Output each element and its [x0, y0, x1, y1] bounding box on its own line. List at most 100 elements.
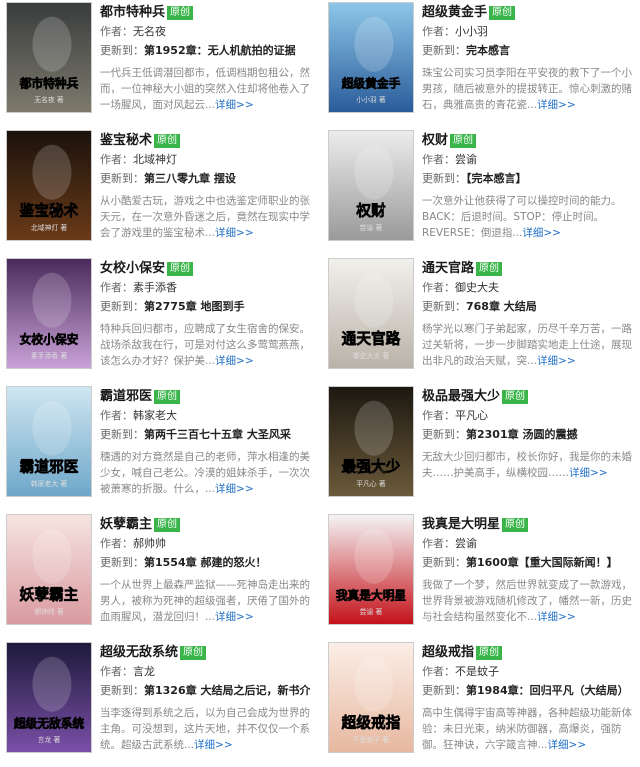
latest-chapter-link[interactable]: 第1600章【重大国际新闻！】 — [466, 556, 618, 569]
author-name: 平凡心 — [455, 409, 488, 422]
description-text: 穗遇的对方竟然是自己的老师，萍水相逢的美少女，喊自己老公。冷漠的姐妹杀手，一次次… — [100, 451, 310, 495]
book-title-link[interactable]: 极品最强大少 — [422, 389, 500, 404]
author-name: 御史大夫 — [455, 281, 499, 294]
author-label: 作者： — [100, 153, 133, 166]
author-name: 韩家老大 — [133, 409, 177, 422]
book-description: 从小酷爱古玩，游戏之中也选鉴定师职业的张天元，在一次意外昏迷之后，竟然在现实中学… — [100, 193, 310, 241]
book-title-link[interactable]: 霸道邪医 — [100, 389, 152, 404]
book-cover-image[interactable]: 妖孽霸主 郝帅帅 著 — [6, 514, 92, 625]
latest-chapter-link[interactable]: 第1326章 大结局之后记，新书介 — [144, 684, 310, 697]
latest-chapter-link[interactable]: 完本感言 — [466, 44, 510, 57]
author-name: 郝帅帅 — [133, 537, 166, 550]
book-cover-image[interactable]: 权财 尝谕 著 — [328, 130, 414, 241]
cover-author-text: 御史大夫 著 — [353, 351, 389, 360]
book-cover-image[interactable]: 最强大少 平凡心 著 — [328, 386, 414, 497]
detail-link[interactable]: 详细>> — [215, 611, 254, 623]
detail-link[interactable]: 详细>> — [537, 99, 576, 111]
book-description: 一代兵王低调潜回都市，低调档期包租公，然而，一位神秘大小姐的突然入住却将他卷入了… — [100, 65, 310, 113]
detail-link[interactable]: 详细>> — [537, 611, 576, 623]
latest-chapter-link[interactable]: 第1952章：无人机航拍的证据 — [144, 44, 296, 57]
book-card: 妖孽霸主 郝帅帅 著妖孽霸主 原创 作者：郝帅帅 更新到：第1554章 郝建的怒火！ 一个… — [0, 512, 310, 632]
detail-link[interactable]: 详细>> — [548, 739, 587, 751]
latest-chapter-line: 更新到：第2775章 地图到手 — [100, 297, 310, 316]
book-title-link[interactable]: 超级黄金手 — [422, 5, 487, 20]
book-cover-image[interactable]: 我真是大明星 尝谕 著 — [328, 514, 414, 625]
book-description: 我做了一个梦，然后世界就变成了一款游戏，世界背景被游戏随机修改了，幡然一新，历史… — [422, 577, 632, 625]
detail-link[interactable]: 详细>> — [215, 355, 254, 367]
book-cover-image[interactable]: 超级戒指 不是蚊子 著 — [328, 642, 414, 753]
book-cover-image[interactable]: 超级黄金手 小小羽 著 — [328, 2, 414, 113]
book-description: 穗遇的对方竟然是自己的老师，萍水相逢的美少女，喊自己老公。冷漠的姐妹杀手，一次次… — [100, 449, 310, 497]
updated-label: 更新到： — [100, 44, 144, 57]
updated-label: 更新到： — [422, 172, 466, 185]
updated-label: 更新到： — [100, 300, 144, 313]
description-text: 从小酷爱古玩，游戏之中也选鉴定师职业的张天元，在一次意外昏迷之后，竟然在现实中学… — [100, 195, 310, 239]
detail-link[interactable]: 详细>> — [537, 355, 576, 367]
book-title-link[interactable]: 超级戒指 — [422, 645, 474, 660]
detail-link[interactable]: 详细>> — [522, 227, 561, 239]
book-title-link[interactable]: 女校小保安 — [100, 261, 165, 276]
latest-chapter-line: 更新到：第三八零九章 摆设 — [100, 169, 310, 188]
book-description: 一次意外让他获得了可以操控时间的能力。BACK：后退时间。STOP：停止时间。R… — [422, 193, 632, 241]
book-title-link[interactable]: 通天官路 — [422, 261, 474, 276]
book-info: 女校小保安 原创 作者：素手添香 更新到：第2775章 地图到手 特种兵回归都市，应聘成… — [100, 256, 310, 369]
original-badge: 原创 — [476, 646, 503, 660]
latest-chapter-link[interactable]: 第1984章：回归平凡（大结局） — [466, 684, 629, 697]
detail-link[interactable]: 详细>> — [194, 739, 233, 751]
original-badge: 原创 — [450, 134, 477, 148]
latest-chapter-link[interactable]: 768章 大结局 — [466, 300, 537, 313]
book-title-link[interactable]: 妖孽霸主 — [100, 517, 152, 532]
book-description: 无敌大少回归都市，校长你好，我是你的未婚夫……护美高手，纵横校园……详细>> — [422, 449, 632, 497]
book-title-link[interactable]: 超级无敌系统 — [100, 645, 178, 660]
book-title-link[interactable]: 权财 — [422, 133, 448, 148]
book-cover-image[interactable]: 超级无敌系统 言龙 著 — [6, 642, 92, 753]
latest-chapter-link[interactable]: 第三八零九章 摆设 — [144, 172, 236, 185]
latest-chapter-link[interactable]: 第2775章 地图到手 — [144, 300, 244, 313]
cover-author-text: 韩家老大 著 — [31, 479, 67, 488]
book-cover-image[interactable]: 通天官路 御史大夫 著 — [328, 258, 414, 369]
author-line: 作者：韩家老大 — [100, 406, 310, 425]
latest-chapter-link[interactable]: 第2301章 汤圆的震撼 — [466, 428, 577, 441]
book-cover-image[interactable]: 女校小保安素手添香 著 — [6, 258, 92, 369]
cover-title-text: 女校小保安 — [20, 332, 79, 346]
detail-link[interactable]: 详细>> — [215, 99, 254, 111]
author-line: 作者：北域神灯 — [100, 150, 310, 169]
book-title-link[interactable]: 鉴宝秘术 — [100, 133, 152, 148]
detail-link[interactable]: 详细>> — [215, 483, 254, 495]
author-label: 作者： — [100, 537, 133, 550]
cover-author-text: 小小羽 著 — [356, 95, 386, 104]
book-info: 超级黄金手 原创 作者：小小羽 更新到：完本感言 珠宝公司实习员李阳在平安夜的救下了一个… — [422, 0, 632, 113]
book-cover-image[interactable]: 都市特种兵 无名夜 著 — [6, 2, 92, 113]
author-line: 作者：无名夜 — [100, 22, 310, 41]
updated-label: 更新到： — [100, 684, 144, 697]
latest-chapter-link[interactable]: 第两千三百七十五章 大圣风采 — [144, 428, 291, 441]
description-text: 珠宝公司实习员李阳在平安夜的救下了一个小男孩，随后被意外的提拔转正。惊心刺激的赌… — [422, 67, 632, 111]
description-text: 高中生偶得宇宙高等神器，各种超级功能新体验：未日光束，纳米防御器，高爆炎，强防御… — [422, 707, 632, 751]
description-text: 杨学光以寒门子弟起家，历尽千辛万苦，一路过关斩将，一步一步脚踏实地走上仕途，展现… — [422, 323, 632, 367]
author-name: 言龙 — [133, 665, 155, 678]
book-title-link[interactable]: 都市特种兵 — [100, 5, 165, 20]
original-badge: 原创 — [180, 646, 207, 660]
book-cover-image[interactable]: 鉴宝秘术 北域神灯 著 — [6, 130, 92, 241]
book-cover-image[interactable]: 霸道邪医 韩家老大 著 — [6, 386, 92, 497]
author-line: 作者：尝谕 — [422, 534, 632, 553]
original-badge: 原创 — [154, 518, 181, 532]
author-line: 作者：言龙 — [100, 662, 310, 681]
book-description: 高中生偶得宇宙高等神器，各种超级功能新体验：未日光束，纳米防御器，高爆炎，强防御… — [422, 705, 632, 753]
latest-chapter-line: 更新到：第1554章 郝建的怒火！ — [100, 553, 310, 572]
book-card: 我真是大明星 尝谕 著我真是大明星 原创 作者：尝谕 更新到：第1600章【重大国际新闻… — [322, 512, 632, 632]
detail-link[interactable]: 详细>> — [215, 227, 254, 239]
cover-author-text: 尝谕 著 — [360, 607, 383, 616]
cover-title-text: 最强大少 — [342, 457, 401, 475]
book-title-link[interactable]: 我真是大明星 — [422, 517, 500, 532]
latest-chapter-line: 更新到：第两千三百七十五章 大圣风采 — [100, 425, 310, 444]
latest-chapter-link[interactable]: 第1554章 郝建的怒火！ — [144, 556, 266, 569]
book-card: 超级黄金手 小小羽 著超级黄金手 原创 作者：小小羽 更新到：完本感言 珠宝公司实习员李阳… — [322, 0, 632, 120]
latest-chapter-link[interactable]: 【完本感言】 — [466, 172, 527, 185]
book-card: 超级无敌系统 言龙 著超级无敌系统 原创作者：言龙更新到：第1326章 大结局之后记… — [0, 640, 310, 760]
book-info: 妖孽霸主 原创 作者：郝帅帅 更新到：第1554章 郝建的怒火！ 一个从世界上最森严监狱… — [100, 512, 310, 625]
cover-author-text: 素手添香 著 — [31, 351, 67, 360]
detail-link[interactable]: 详细>> — [569, 467, 608, 479]
latest-chapter-line: 更新到：第2301章 汤圆的震撼 — [422, 425, 632, 444]
cover-title-text: 鉴宝秘术 — [19, 201, 79, 219]
